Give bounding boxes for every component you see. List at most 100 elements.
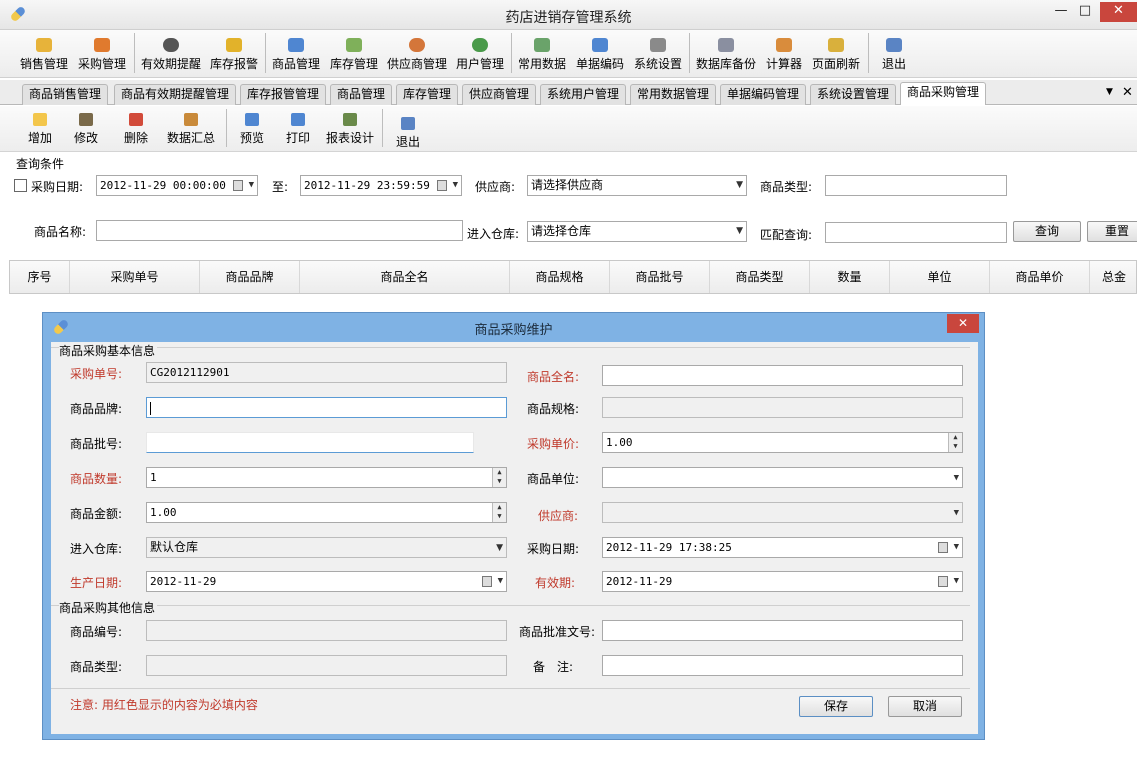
column-header[interactable]: 总金 bbox=[1090, 261, 1137, 293]
toolbar-user-button[interactable]: 用户管理 bbox=[452, 32, 508, 76]
toolbar-separator bbox=[868, 33, 869, 73]
toolbar-exit-button[interactable]: 退出 bbox=[874, 32, 914, 76]
toolbar-sales-button[interactable]: 销售管理 bbox=[16, 32, 72, 76]
toolbar-doc-code-button[interactable]: 单据编码 bbox=[572, 32, 628, 76]
save-button[interactable]: 保存 bbox=[799, 696, 873, 717]
toolbar-expiry-reminder-button[interactable]: 有效期提醒 bbox=[138, 32, 204, 76]
toolbar-stock-alarm-button[interactable]: 库存报警 bbox=[206, 32, 262, 76]
qty-input[interactable]: 1 ▲ ▼ bbox=[146, 467, 507, 488]
spec-label: 商品规格: bbox=[527, 402, 580, 416]
title-bar: 药店进销存管理系统 — □ ✕ bbox=[0, 0, 1137, 30]
brand-input[interactable] bbox=[146, 397, 507, 418]
preview-button[interactable]: 预览 bbox=[234, 108, 270, 150]
date-to-picker[interactable]: 2012-11-29 23:59:59 ▼ bbox=[300, 175, 462, 196]
tools-icon bbox=[650, 38, 666, 52]
add-button[interactable]: 增加 bbox=[22, 108, 58, 150]
exit-module-button[interactable]: 退出 bbox=[390, 112, 426, 154]
report-design-button[interactable]: 报表设计 bbox=[324, 108, 376, 150]
column-header[interactable]: 商品单价 bbox=[990, 261, 1090, 293]
tab-product-sales[interactable]: 商品销售管理 bbox=[22, 84, 109, 105]
produce-date-picker[interactable]: 2012-11-29 ▼ bbox=[146, 571, 507, 592]
tab-common-data[interactable]: 常用数据管理 bbox=[630, 84, 717, 105]
tab-doc-code[interactable]: 单据编码管理 bbox=[720, 84, 807, 105]
product-name-input[interactable] bbox=[96, 220, 463, 241]
tab-expiry-reminder[interactable]: 商品有效期提醒管理 bbox=[114, 84, 237, 105]
action-label: 报表设计 bbox=[325, 131, 374, 145]
toolbar-supplier-button[interactable]: 供应商管理 bbox=[384, 32, 450, 76]
purchase-date-checkbox[interactable] bbox=[14, 179, 27, 192]
toolbar-refresh-button[interactable]: 页面刷新 bbox=[808, 32, 864, 76]
toolbar-separator bbox=[265, 33, 266, 73]
summary-button[interactable]: 数据汇总 bbox=[164, 108, 218, 150]
tab-product-purchase[interactable]: 商品采购管理 bbox=[900, 82, 987, 105]
tab-supplier[interactable]: 供应商管理 bbox=[462, 84, 537, 105]
match-query-input[interactable] bbox=[825, 222, 1007, 243]
purchase-maintenance-dialog: 商品采购维护 ✕ 商品采购基本信息 采购单号: CG2012112901 商品全… bbox=[42, 312, 985, 740]
product-type-input[interactable] bbox=[825, 175, 1007, 196]
expiry-label: 有效期: bbox=[535, 576, 576, 590]
unit-select[interactable]: ▼ bbox=[602, 467, 963, 488]
dialog-purchase-date-label: 采购日期: bbox=[527, 542, 580, 556]
tab-stock-alarm[interactable]: 库存报管管理 bbox=[240, 84, 327, 105]
column-header[interactable]: 商品全名 bbox=[300, 261, 510, 293]
brand-label: 商品品牌: bbox=[70, 402, 123, 416]
close-window-button[interactable]: ✕ bbox=[1100, 2, 1137, 22]
dialog-warehouse-select[interactable]: 默认仓库 ▼ bbox=[146, 537, 507, 558]
stock-icon bbox=[346, 38, 362, 52]
column-header[interactable]: 采购单号 bbox=[70, 261, 200, 293]
chevron-down-icon: ▼ bbox=[736, 180, 743, 190]
dialog-product-type-label: 商品类型: bbox=[70, 660, 123, 674]
toolbar-purchase-button[interactable]: 采购管理 bbox=[74, 32, 130, 76]
tab-product[interactable]: 商品管理 bbox=[330, 84, 393, 105]
chevron-down-icon: ▼ bbox=[953, 576, 959, 586]
reset-button[interactable]: 重置 bbox=[1087, 221, 1137, 242]
column-header[interactable]: 商品品牌 bbox=[200, 261, 300, 293]
toolbar-db-backup-button[interactable]: 数据库备份 bbox=[692, 32, 760, 76]
column-header[interactable]: 商品类型 bbox=[710, 261, 810, 293]
tab-close-icon[interactable]: ✕ bbox=[1122, 85, 1133, 100]
unit-price-input[interactable]: 1.00 ▲ ▼ bbox=[602, 432, 963, 453]
cancel-button[interactable]: 取消 bbox=[888, 696, 962, 717]
spinner-arrows-icon[interactable]: ▲ ▼ bbox=[948, 433, 962, 452]
toolbar-inventory-button[interactable]: 库存管理 bbox=[326, 32, 382, 76]
warehouse-select[interactable]: 请选择仓库 ▼ bbox=[527, 221, 747, 242]
full-name-input[interactable] bbox=[602, 365, 963, 386]
expiry-date-picker[interactable]: 2012-11-29 ▼ bbox=[602, 571, 963, 592]
amount-input[interactable]: 1.00 ▲ ▼ bbox=[146, 502, 507, 523]
spinner-arrows-icon[interactable]: ▲ ▼ bbox=[492, 503, 506, 522]
column-header[interactable]: 数量 bbox=[810, 261, 890, 293]
date-from-picker[interactable]: 2012-11-29 00:00:00 ▼ bbox=[96, 175, 258, 196]
calculator-icon bbox=[776, 38, 792, 52]
toolbar-common-data-button[interactable]: 常用数据 bbox=[514, 32, 570, 76]
chevron-down-icon: ▼ bbox=[496, 543, 503, 553]
print-button[interactable]: 打印 bbox=[280, 108, 316, 150]
search-button[interactable]: 查询 bbox=[1013, 221, 1081, 242]
delete-button[interactable]: 删除 bbox=[118, 108, 154, 150]
dialog-close-button[interactable]: ✕ bbox=[947, 314, 979, 333]
column-header[interactable]: 商品批号 bbox=[610, 261, 710, 293]
toolbar-calculator-button[interactable]: 计算器 bbox=[762, 32, 806, 76]
supplier-select[interactable]: 请选择供应商 ▼ bbox=[527, 175, 747, 196]
purchase-grid-header: 序号 采购单号 商品品牌 商品全名 商品规格 商品批号 商品类型 数量 单位 商… bbox=[9, 260, 1137, 294]
dialog-purchase-date-picker[interactable]: 2012-11-29 17:38:25 ▼ bbox=[602, 537, 963, 558]
maximize-button[interactable]: □ bbox=[1071, 2, 1099, 22]
calendar-icon bbox=[534, 38, 550, 52]
column-header[interactable]: 序号 bbox=[10, 261, 70, 293]
toolbar-label: 系统设置 bbox=[633, 57, 682, 71]
approval-no-input[interactable] bbox=[602, 620, 963, 641]
column-header[interactable]: 单位 bbox=[890, 261, 990, 293]
tab-inventory[interactable]: 库存管理 bbox=[396, 84, 459, 105]
refresh-icon bbox=[828, 38, 844, 52]
clock-icon bbox=[163, 38, 179, 52]
remark-input[interactable] bbox=[602, 655, 963, 676]
edit-button[interactable]: 修改 bbox=[68, 108, 104, 150]
spinner-arrows-icon[interactable]: ▲ ▼ bbox=[492, 468, 506, 487]
tab-system-settings[interactable]: 系统设置管理 bbox=[810, 84, 897, 105]
batch-input[interactable] bbox=[146, 432, 474, 453]
toolbar-settings-button[interactable]: 系统设置 bbox=[630, 32, 686, 76]
column-header[interactable]: 商品规格 bbox=[510, 261, 610, 293]
toolbar-product-button[interactable]: 商品管理 bbox=[268, 32, 324, 76]
tab-system-user[interactable]: 系统用户管理 bbox=[540, 84, 627, 105]
dialog-title-bar[interactable]: 商品采购维护 ✕ bbox=[43, 313, 984, 341]
tab-list-dropdown-icon[interactable]: ▼ bbox=[1106, 87, 1113, 97]
